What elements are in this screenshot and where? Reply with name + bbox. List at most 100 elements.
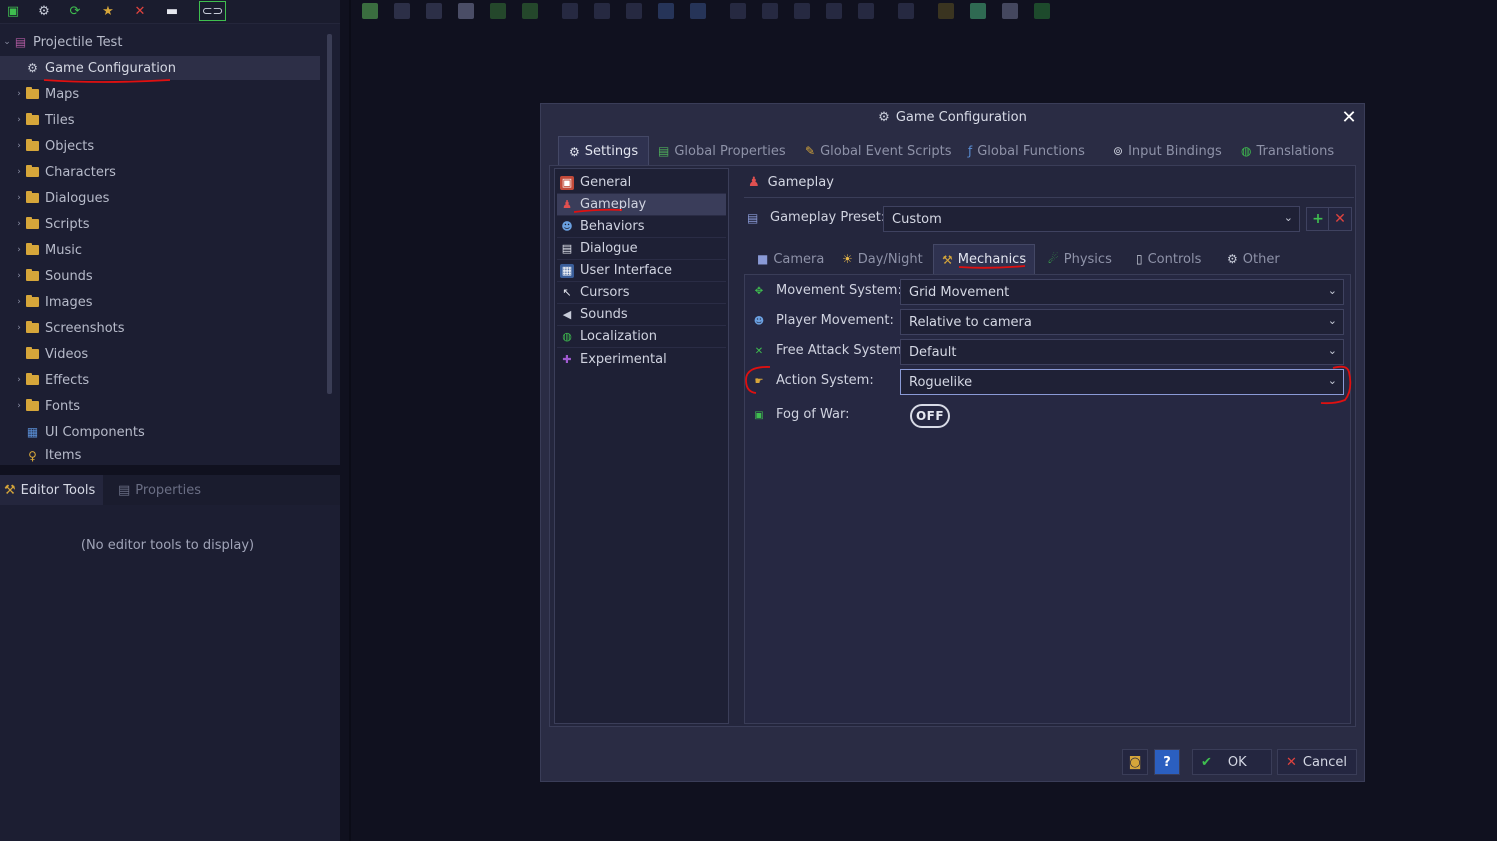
- tree-root[interactable]: ⌄ ▤ Projectile Test: [0, 30, 320, 54]
- tree-item-sounds[interactable]: › Sounds: [0, 264, 320, 288]
- tree-item-dialogues[interactable]: › Dialogues: [0, 186, 320, 210]
- close-icon[interactable]: ✕: [1338, 106, 1360, 128]
- add-preset-button[interactable]: +: [1306, 207, 1330, 231]
- collapse-icon[interactable]: ▬: [161, 1, 183, 21]
- category-sounds[interactable]: ◀ Sounds: [557, 304, 726, 326]
- section-header: ♟ Gameplay: [744, 168, 1354, 198]
- chevron-down-icon: ⌄: [1283, 211, 1293, 224]
- tree-item-music[interactable]: › Music: [0, 238, 320, 262]
- hourglass-icon[interactable]: [458, 3, 474, 19]
- star-icon[interactable]: ★: [97, 1, 119, 21]
- field-free-attack-system: ✕ Free Attack System: Default ⌄: [750, 338, 1350, 366]
- free-attack-system-dropdown[interactable]: Default ⌄: [900, 339, 1344, 365]
- resource-tree: ⌄ ▤ Projectile Test ⚙ Game Configuration…: [0, 24, 340, 465]
- delete-icon[interactable]: ✕: [129, 1, 151, 21]
- help-button[interactable]: ?: [1154, 749, 1180, 775]
- crosshair-icon[interactable]: [626, 3, 642, 19]
- tree-item-effects[interactable]: › Effects: [0, 368, 320, 392]
- tab-input-bindings[interactable]: ⊚ Input Bindings: [1103, 136, 1232, 166]
- save-icon[interactable]: [394, 3, 410, 19]
- properties-icon: ▤: [118, 482, 131, 498]
- remove-preset-button[interactable]: ✕: [1328, 207, 1352, 231]
- tab-global-functions[interactable]: ƒ Global Functions: [958, 136, 1095, 166]
- tree-item-objects[interactable]: › Objects: [0, 134, 320, 158]
- tree-item-maps[interactable]: › Maps: [0, 82, 320, 106]
- category-localization[interactable]: ◍ Localization: [557, 326, 726, 348]
- camera-icon[interactable]: [730, 3, 746, 19]
- tree-item-tiles[interactable]: › Tiles: [0, 108, 320, 132]
- category-dialogue[interactable]: ▤ Dialogue: [557, 238, 726, 260]
- field-label: Action System:: [776, 373, 874, 388]
- subtab-day-night[interactable]: ☀ Day/Night: [834, 244, 931, 274]
- tree-item-label: Screenshots: [45, 320, 125, 336]
- eye-icon[interactable]: [858, 3, 874, 19]
- subtab-other[interactable]: ⚙ Other: [1219, 244, 1288, 274]
- grid-icon[interactable]: [562, 3, 578, 19]
- pane-divider[interactable]: [349, 0, 351, 841]
- tree-item-game-configuration[interactable]: ⚙ Game Configuration: [0, 56, 320, 80]
- category-gameplay[interactable]: ♟ Gameplay: [557, 194, 726, 216]
- category-label: Gameplay: [580, 197, 647, 212]
- move-icon[interactable]: [594, 3, 610, 19]
- subtab-label: Day/Night: [857, 251, 923, 267]
- tree-item-characters[interactable]: › Characters: [0, 160, 320, 184]
- tab-settings[interactable]: ⚙ Settings: [558, 136, 650, 166]
- tree-item-screenshots[interactable]: › Screenshots: [0, 316, 320, 340]
- settings-icon[interactable]: [1002, 3, 1018, 19]
- gear-icon[interactable]: ⚙: [33, 1, 55, 21]
- folder-icon: [26, 399, 39, 411]
- category-cursors[interactable]: ↖ Cursors: [557, 282, 726, 304]
- folder-icon[interactable]: [938, 3, 954, 19]
- add-resource-icon[interactable]: ▣: [2, 1, 24, 21]
- redo-icon[interactable]: [522, 3, 538, 19]
- new-map-icon[interactable]: [362, 3, 378, 19]
- tab-global-properties[interactable]: ▤ Global Properties: [648, 136, 796, 166]
- tab-global-event-scripts[interactable]: ✎ Global Event Scripts: [795, 136, 962, 166]
- player-movement-dropdown[interactable]: Relative to camera ⌄: [900, 309, 1344, 335]
- action-system-dropdown[interactable]: Roguelike ⌄: [900, 369, 1344, 395]
- table-icon[interactable]: [970, 3, 986, 19]
- subtab-mechanics[interactable]: ⚒ Mechanics: [933, 244, 1036, 274]
- tab-properties[interactable]: ▤ Properties: [118, 475, 201, 505]
- tree-item-ui-components[interactable]: ▦ UI Components: [0, 420, 320, 444]
- dialog-title-bar[interactable]: ⚙ Game Configuration: [541, 104, 1364, 130]
- scale-icon[interactable]: [794, 3, 810, 19]
- tree-item-scripts[interactable]: › Scripts: [0, 212, 320, 236]
- tree-scrollbar[interactable]: [327, 34, 332, 394]
- ui-components-icon: ▦: [26, 425, 39, 439]
- fog-of-war-toggle[interactable]: OFF: [910, 404, 950, 428]
- category-experimental[interactable]: ✚ Experimental: [557, 348, 726, 370]
- tab-translations[interactable]: ◍ Translations: [1231, 136, 1344, 166]
- play-icon[interactable]: [898, 3, 914, 19]
- copy-icon[interactable]: [426, 3, 442, 19]
- chevron-down-icon: ⌄: [1327, 374, 1337, 387]
- refresh-icon[interactable]: ⟳: [64, 1, 86, 21]
- zoom-icon[interactable]: [762, 3, 778, 19]
- category-user-interface[interactable]: ▦ User Interface: [557, 260, 726, 282]
- tree-item-items[interactable]: ♀ Items: [0, 446, 320, 465]
- subtab-controls[interactable]: ▯ Controls: [1128, 244, 1209, 274]
- tree-item-label: Scripts: [45, 216, 90, 232]
- chevron-down-icon: ⌄: [1327, 284, 1337, 297]
- ok-button[interactable]: ✔ OK: [1192, 749, 1272, 775]
- preset-dropdown[interactable]: Custom ⌄: [883, 206, 1300, 232]
- down-icon[interactable]: [826, 3, 842, 19]
- layers-icon[interactable]: [690, 3, 706, 19]
- link-icon[interactable]: ⊂⊃: [199, 1, 226, 21]
- tab-editor-tools[interactable]: ⚒ Editor Tools: [0, 475, 104, 505]
- category-general[interactable]: ▣ General: [557, 172, 726, 194]
- category-behaviors[interactable]: ☻ Behaviors: [557, 216, 726, 238]
- export-icon[interactable]: [1034, 3, 1050, 19]
- tree-item-videos[interactable]: ›Videos: [0, 342, 320, 366]
- tree-item-images[interactable]: › Images: [0, 290, 320, 314]
- tree-item-fonts[interactable]: › Fonts: [0, 394, 320, 418]
- screenshot-button[interactable]: ◙: [1122, 749, 1148, 775]
- subtab-physics[interactable]: ☄ Physics: [1040, 244, 1120, 274]
- flag-icon[interactable]: [658, 3, 674, 19]
- tree-item-label: Images: [45, 294, 93, 310]
- cancel-button[interactable]: ✕ Cancel: [1277, 749, 1357, 775]
- field-label: Movement System:: [776, 283, 902, 298]
- subtab-camera[interactable]: ■ Camera: [749, 244, 832, 274]
- movement-system-dropdown[interactable]: Grid Movement ⌄: [900, 279, 1344, 305]
- undo-icon[interactable]: [490, 3, 506, 19]
